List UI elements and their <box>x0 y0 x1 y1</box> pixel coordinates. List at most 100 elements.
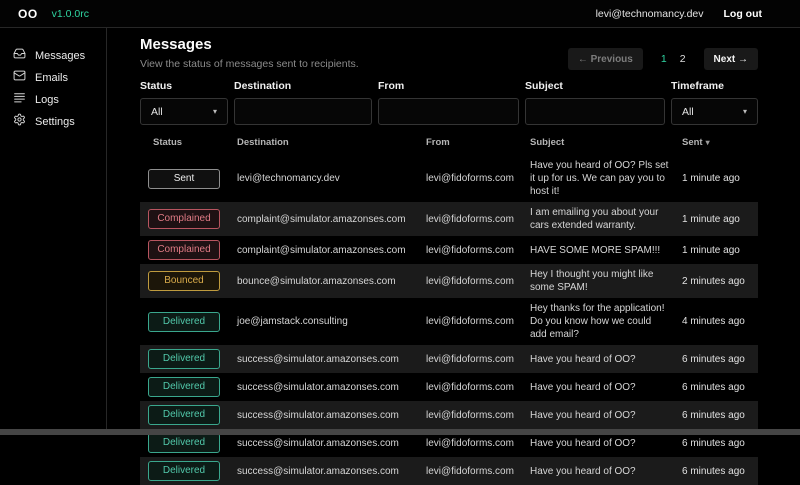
row-sent: 6 minutes ago <box>682 466 758 477</box>
column-header-destination: Destination <box>237 137 426 148</box>
row-destination: success@simulator.amazonses.com <box>237 466 426 477</box>
row-sent: 1 minute ago <box>682 214 758 225</box>
row-destination: success@simulator.amazonses.com <box>237 438 426 449</box>
row-from: levi@fidoforms.com <box>426 382 530 393</box>
cell-status: Complained <box>140 209 237 229</box>
sidebar-item-emails[interactable]: Emails <box>13 71 106 85</box>
user-email: levi@technomancy.dev <box>596 8 704 20</box>
row-subject: Have you heard of OO? Pls set it up for … <box>530 159 682 198</box>
filter-label-timeframe: Timeframe <box>671 80 758 93</box>
filter-label-destination: Destination <box>234 80 372 93</box>
cell-status: Complained <box>140 240 237 260</box>
table-row: Sent levi@technomancy.dev levi@fidoforms… <box>140 155 758 202</box>
column-header-sent[interactable]: Sent▾ <box>682 137 758 148</box>
previous-page-button[interactable]: ← Previous <box>568 48 643 70</box>
row-destination: joe@jamstack.consulting <box>237 316 426 327</box>
row-subject: Have you heard of OO? <box>530 465 682 478</box>
row-from: levi@fidoforms.com <box>426 173 530 184</box>
version-label: v1.0.0rc <box>52 8 89 20</box>
table-row: Delivered success@simulator.amazonses.co… <box>140 345 758 373</box>
status-badge: Complained <box>148 209 220 229</box>
page-numbers: 1 2 <box>661 53 686 65</box>
cell-status: Delivered <box>140 312 237 332</box>
cell-status: Bounced <box>140 271 237 291</box>
row-sent: 1 minute ago <box>682 173 758 184</box>
sidebar-item-label: Messages <box>35 50 85 62</box>
filter-timeframe: Timeframe All ▾ <box>671 80 758 125</box>
cell-status: Sent <box>140 169 237 189</box>
table-header: Status Destination From Subject Sent▾ <box>140 137 758 155</box>
status-badge: Delivered <box>148 433 220 453</box>
filter-bar: Status All ▾ Destination From Subject Ti… <box>140 80 758 125</box>
sidebar: Messages Emails Logs <box>0 28 107 434</box>
pagination: ← Previous 1 2 Next → <box>568 48 758 70</box>
row-destination: success@simulator.amazonses.com <box>237 382 426 393</box>
status-badge: Sent <box>148 169 220 189</box>
main-content: Messages View the status of messages sen… <box>107 28 800 434</box>
row-destination: success@simulator.amazonses.com <box>237 354 426 365</box>
sidebar-item-label: Logs <box>35 94 59 106</box>
cell-status: Delivered <box>140 349 237 369</box>
filter-label-subject: Subject <box>525 80 665 93</box>
row-from: levi@fidoforms.com <box>426 276 530 287</box>
status-select-value: All <box>151 106 163 118</box>
destination-input[interactable] <box>234 98 372 125</box>
status-badge: Delivered <box>148 377 220 397</box>
page-header: Messages View the status of messages sen… <box>140 36 359 71</box>
row-sent: 2 minutes ago <box>682 276 758 287</box>
row-destination: complaint@simulator.amazonses.com <box>237 245 426 256</box>
row-from: levi@fidoforms.com <box>426 316 530 327</box>
row-sent: 6 minutes ago <box>682 410 758 421</box>
table-row: Delivered success@simulator.amazonses.co… <box>140 373 758 401</box>
topbar: OO v1.0.0rc levi@technomancy.dev Log out <box>0 0 800 28</box>
cell-status: Delivered <box>140 377 237 397</box>
gear-icon <box>13 113 26 131</box>
table-row: Delivered success@simulator.amazonses.co… <box>140 401 758 429</box>
inbox-icon <box>13 47 26 65</box>
row-subject: I am emailing you about your cars extend… <box>530 206 682 232</box>
row-from: levi@fidoforms.com <box>426 410 530 421</box>
table-row: Bounced bounce@simulator.amazonses.com l… <box>140 264 758 298</box>
logs-icon <box>13 91 26 109</box>
app-logo: OO <box>18 7 38 21</box>
row-subject: Have you heard of OO? <box>530 381 682 394</box>
page-subtitle: View the status of messages sent to reci… <box>140 57 359 71</box>
row-from: levi@fidoforms.com <box>426 214 530 225</box>
page-title: Messages <box>140 36 359 54</box>
next-page-button[interactable]: Next → <box>704 48 758 70</box>
row-subject: Have you heard of OO? <box>530 353 682 366</box>
mail-icon <box>13 69 26 87</box>
sort-descending-icon: ▾ <box>706 138 710 147</box>
status-badge: Delivered <box>148 349 220 369</box>
from-input[interactable] <box>378 98 519 125</box>
sidebar-item-logs[interactable]: Logs <box>13 93 106 107</box>
status-select[interactable]: All ▾ <box>140 98 228 125</box>
row-subject: Hey thanks for the application! Do you k… <box>530 302 682 341</box>
sidebar-item-label: Settings <box>35 116 75 128</box>
sidebar-item-settings[interactable]: Settings <box>13 115 106 129</box>
timeframe-select[interactable]: All ▾ <box>671 98 758 125</box>
sidebar-item-messages[interactable]: Messages <box>13 49 106 63</box>
row-destination: complaint@simulator.amazonses.com <box>237 214 426 225</box>
table-rows: Sent levi@technomancy.dev levi@fidoforms… <box>140 155 758 485</box>
column-header-subject: Subject <box>530 137 682 148</box>
row-subject: Have you heard of OO? <box>530 409 682 422</box>
page-number-2[interactable]: 2 <box>680 53 686 65</box>
row-subject: Have you heard of OO? <box>530 437 682 450</box>
horizontal-scrollbar[interactable] <box>0 429 800 435</box>
subject-input[interactable] <box>525 98 665 125</box>
logout-button[interactable]: Log out <box>724 8 762 20</box>
row-sent: 6 minutes ago <box>682 354 758 365</box>
page-number-1[interactable]: 1 <box>661 53 667 65</box>
filter-destination: Destination <box>234 80 372 125</box>
row-subject: Hey I thought you might like some SPAM! <box>530 268 682 294</box>
row-destination: bounce@simulator.amazonses.com <box>237 276 426 287</box>
timeframe-select-value: All <box>682 106 694 118</box>
cell-status: Delivered <box>140 433 237 453</box>
row-sent: 4 minutes ago <box>682 316 758 327</box>
chevron-down-icon: ▾ <box>213 107 217 116</box>
filter-status: Status All ▾ <box>140 80 228 125</box>
chevron-down-icon: ▾ <box>743 107 747 116</box>
status-badge: Delivered <box>148 405 220 425</box>
row-subject: HAVE SOME MORE SPAM!!! <box>530 244 682 257</box>
